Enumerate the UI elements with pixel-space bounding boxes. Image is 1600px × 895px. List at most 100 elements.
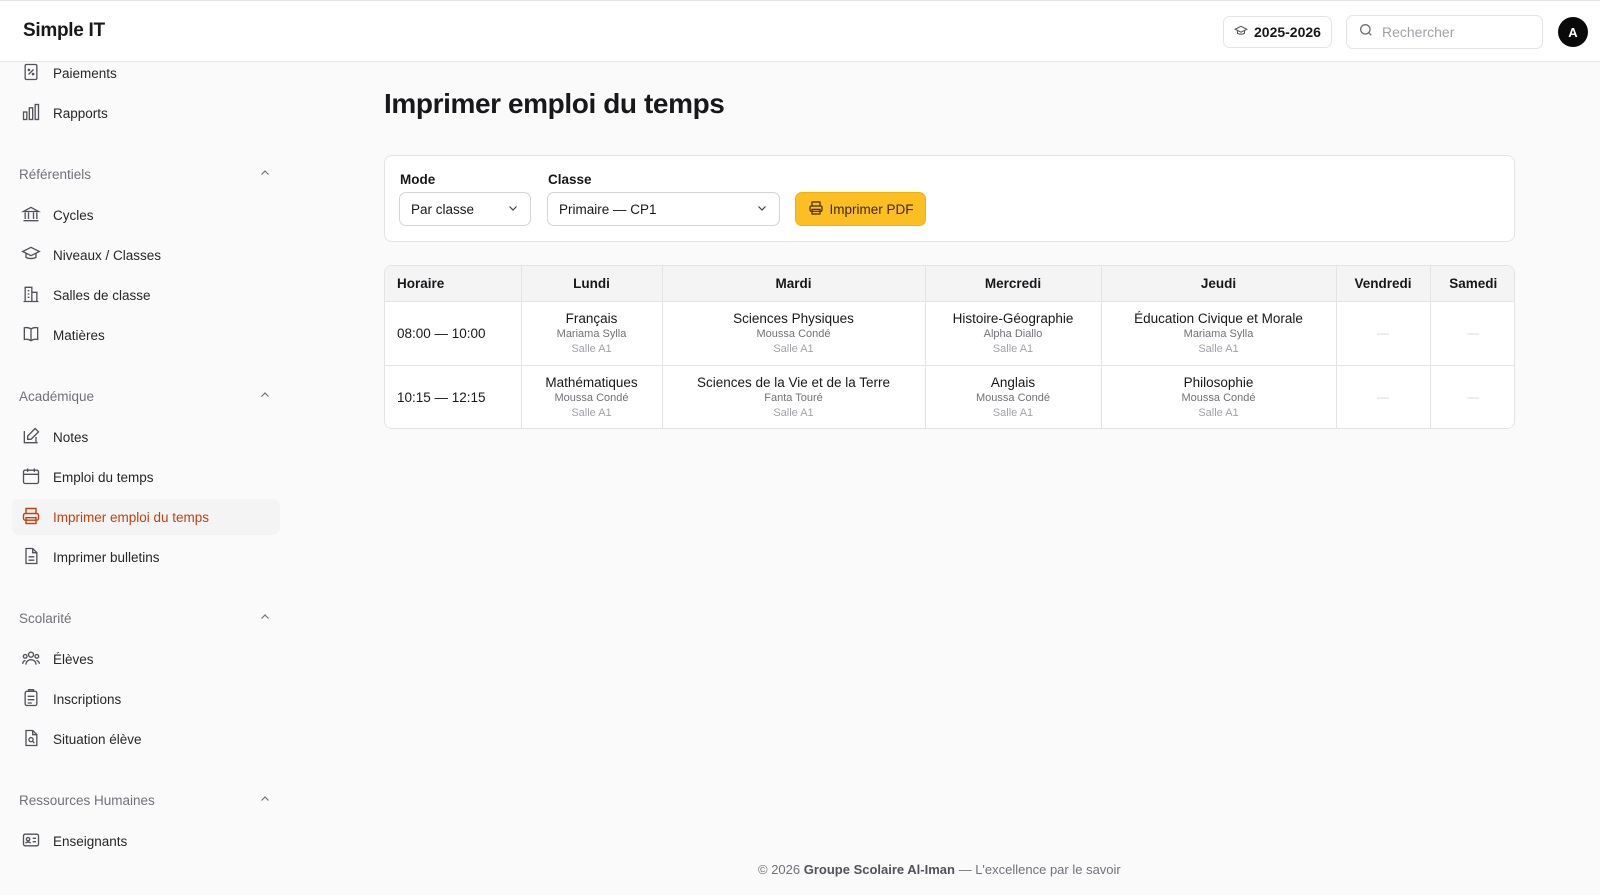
school-year-label: 2025-2026 xyxy=(1254,24,1321,40)
table-row: 08:00 — 10:00 Français Mariama Sylla Sal… xyxy=(385,301,1514,366)
footer: © 2026 Groupe Scolaire Al-Iman — L'excel… xyxy=(758,862,1121,877)
subject: Philosophie xyxy=(1183,375,1254,391)
book-icon xyxy=(21,324,41,347)
pencil-square-icon xyxy=(21,426,41,449)
sidebar-item-label: Matières xyxy=(53,327,105,343)
search-input[interactable] xyxy=(1382,24,1522,40)
subject: Sciences de la Vie et de la Terre xyxy=(696,375,891,391)
users-icon xyxy=(21,648,41,671)
sidebar-item-label: Inscriptions xyxy=(53,691,122,707)
empty-marker: — xyxy=(1467,326,1480,340)
sidebar-item-label: Enseignants xyxy=(53,833,128,849)
timetable-header-row: Horaire Lundi Mardi Mercredi Jeudi Vendr… xyxy=(385,266,1514,302)
teacher: Moussa Condé xyxy=(1181,392,1256,405)
column-header-mercredi: Mercredi xyxy=(925,266,1102,302)
room: Salle A1 xyxy=(773,407,814,420)
sidebar-item-inscriptions[interactable]: Inscriptions xyxy=(12,681,280,717)
chevron-up-icon xyxy=(259,389,271,404)
teacher: Mariama Sylla xyxy=(1183,328,1254,340)
room: Salle A1 xyxy=(1198,343,1239,355)
sidebar-item-cycles[interactable]: Cycles xyxy=(12,197,280,233)
sidebar-item-salles[interactable]: Salles de classe xyxy=(12,277,280,313)
footer-suffix: — L'excellence par le savoir xyxy=(954,862,1121,877)
table-row: 10:15 — 12:15 Mathématiques Moussa Condé… xyxy=(385,365,1514,428)
room: Salle A1 xyxy=(1198,407,1239,420)
printer-icon xyxy=(808,200,824,219)
timetable-cell: Philosophie Moussa Condé Salle A1 xyxy=(1101,365,1337,428)
document-icon xyxy=(21,546,41,569)
sidebar-item-label: Imprimer bulletins xyxy=(53,549,160,565)
teacher: Alpha Diallo xyxy=(983,328,1043,340)
graduation-cap-icon xyxy=(21,244,41,267)
teacher: Moussa Condé xyxy=(976,392,1050,405)
class-select[interactable]: Primaire — CP1 xyxy=(547,192,780,226)
school-year-selector[interactable]: 2025-2026 xyxy=(1223,16,1332,48)
bar-chart-icon xyxy=(21,102,41,125)
timetable-cell: Français Mariama Sylla Salle A1 xyxy=(521,301,663,366)
sidebar-item-eleves[interactable]: Élèves xyxy=(12,641,280,677)
section-title: Scolarité xyxy=(19,610,72,626)
chevron-up-icon xyxy=(259,611,271,626)
section-title: Académique xyxy=(19,388,95,404)
column-header-horaire: Horaire xyxy=(385,266,522,302)
timetable-cell-empty: — xyxy=(1336,365,1431,428)
time-slot: 10:15 — 12:15 xyxy=(385,365,522,428)
column-header-samedi: Samedi xyxy=(1430,266,1514,302)
search-box[interactable] xyxy=(1346,15,1543,49)
time-slot: 08:00 — 10:00 xyxy=(385,301,522,366)
sidebar-item-label: Élèves xyxy=(53,651,94,667)
subject: Sciences Physiques xyxy=(733,311,854,326)
section-title: Ressources Humaines xyxy=(19,792,155,808)
avatar[interactable]: A xyxy=(1558,17,1588,47)
column-header-lundi: Lundi xyxy=(521,266,663,302)
section-academique[interactable]: Académique xyxy=(19,386,271,406)
timetable-cell: Sciences de la Vie et de la Terre Fanta … xyxy=(662,365,926,428)
sidebar-item-situation[interactable]: Situation élève xyxy=(12,721,280,757)
sidebar-item-label: Rapports xyxy=(53,105,108,121)
class-select-value: Primaire — CP1 xyxy=(559,201,657,217)
subject: Français xyxy=(565,311,618,326)
section-ressources-humaines[interactable]: Ressources Humaines xyxy=(19,790,271,810)
sidebar-item-enseignants[interactable]: Enseignants xyxy=(12,823,280,859)
chevron-up-icon xyxy=(259,167,271,182)
room: Salle A1 xyxy=(992,343,1034,355)
timetable-cell: Mathématiques Moussa Condé Salle A1 xyxy=(521,365,663,428)
sidebar-item-label: Situation élève xyxy=(53,731,142,747)
section-referentiels[interactable]: Référentiels xyxy=(19,164,271,184)
document-search-icon xyxy=(21,728,41,751)
sidebar-item-imprimer-emploi[interactable]: Imprimer emploi du temps xyxy=(12,499,280,535)
receipt-percent-icon xyxy=(21,63,41,85)
section-title: Référentiels xyxy=(19,166,92,182)
timetable: Horaire Lundi Mardi Mercredi Jeudi Vendr… xyxy=(384,265,1515,429)
sidebar-item-matieres[interactable]: Matières xyxy=(12,317,280,353)
teacher: Moussa Condé xyxy=(756,328,831,340)
sidebar-item-emploi[interactable]: Emploi du temps xyxy=(12,459,280,495)
sidebar-item-notes[interactable]: Notes xyxy=(12,419,280,455)
chevron-down-icon xyxy=(507,202,519,217)
timetable-cell: Sciences Physiques Moussa Condé Salle A1 xyxy=(662,301,926,366)
printer-icon xyxy=(21,506,41,529)
teacher: Moussa Condé xyxy=(554,392,629,405)
calendar-icon xyxy=(21,466,41,489)
sidebar-item-paiements[interactable]: Paiements xyxy=(12,63,280,91)
timetable-cell: Histoire-Géographie Alpha Diallo Salle A… xyxy=(925,301,1102,366)
sidebar-item-niveaux[interactable]: Niveaux / Classes xyxy=(12,237,280,273)
sidebar-item-label: Cycles xyxy=(53,207,94,223)
page-title: Imprimer emploi du temps xyxy=(384,88,725,119)
sidebar-item-imprimer-bulletins[interactable]: Imprimer bulletins xyxy=(12,539,280,575)
print-pdf-button[interactable]: Imprimer PDF xyxy=(795,192,926,226)
chevron-down-icon xyxy=(756,202,768,217)
class-label: Classe xyxy=(548,172,592,187)
mode-select[interactable]: Par classe xyxy=(399,192,531,226)
subject: Anglais xyxy=(990,375,1036,391)
column-header-mardi: Mardi xyxy=(662,266,926,302)
sidebar-item-rapports[interactable]: Rapports xyxy=(12,95,280,131)
section-scolarite[interactable]: Scolarité xyxy=(19,608,271,628)
brand-logo[interactable]: Simple IT xyxy=(23,20,105,42)
room: Salle A1 xyxy=(773,343,814,355)
search-icon xyxy=(1358,22,1374,43)
teacher: Mariama Sylla xyxy=(556,328,627,340)
timetable-cell-empty: — xyxy=(1430,301,1514,366)
id-card-icon xyxy=(21,830,41,853)
sidebar-item-label: Notes xyxy=(53,429,89,445)
